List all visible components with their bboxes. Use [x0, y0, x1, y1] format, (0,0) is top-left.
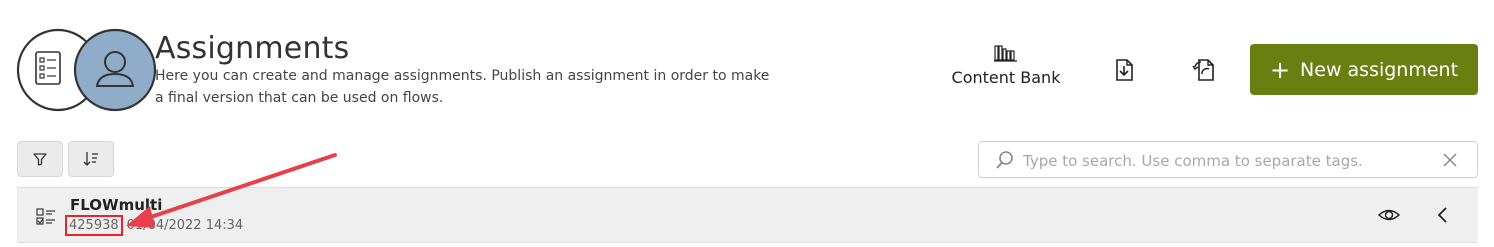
item-date: 01/04/2022 14:34 — [126, 218, 244, 233]
search-input[interactable] — [1021, 146, 1425, 175]
document-import-icon[interactable] — [1110, 56, 1138, 84]
item-name: FLOWmulti — [70, 196, 163, 214]
books-icon — [994, 45, 1017, 62]
content-bank-label: Content Bank — [951, 68, 1061, 87]
page-subtitle: Here you can create and manage assignmen… — [155, 68, 770, 106]
sort-button[interactable] — [68, 141, 114, 177]
new-assignment-button[interactable]: + New assignment — [1250, 44, 1478, 95]
item-meta: 425938 01/04/2022 14:34 — [65, 215, 244, 236]
page-title: Assignments — [155, 31, 350, 66]
list-item[interactable]: FLOWmulti 425938 01/04/2022 14:34 — [17, 187, 1478, 243]
filter-button[interactable] — [17, 141, 63, 177]
chevron-left-icon[interactable] — [1436, 206, 1450, 224]
sort-icon — [83, 152, 98, 166]
content-bank-button[interactable]: Content Bank — [946, 44, 1066, 94]
assignments-logo — [16, 28, 156, 112]
assignments-page: Assignments Here you can create and mana… — [0, 0, 1494, 247]
plus-icon: + — [1269, 55, 1291, 84]
filter-icon — [33, 153, 47, 166]
eye-icon[interactable] — [1378, 206, 1400, 224]
search-icon — [996, 151, 1013, 169]
close-icon[interactable] — [1441, 151, 1459, 169]
checklist-icon — [36, 208, 55, 225]
search-box — [978, 141, 1478, 178]
item-id: 425938 — [65, 215, 123, 236]
new-assignment-label: New assignment — [1300, 58, 1459, 81]
document-refresh-icon[interactable] — [1190, 56, 1218, 84]
